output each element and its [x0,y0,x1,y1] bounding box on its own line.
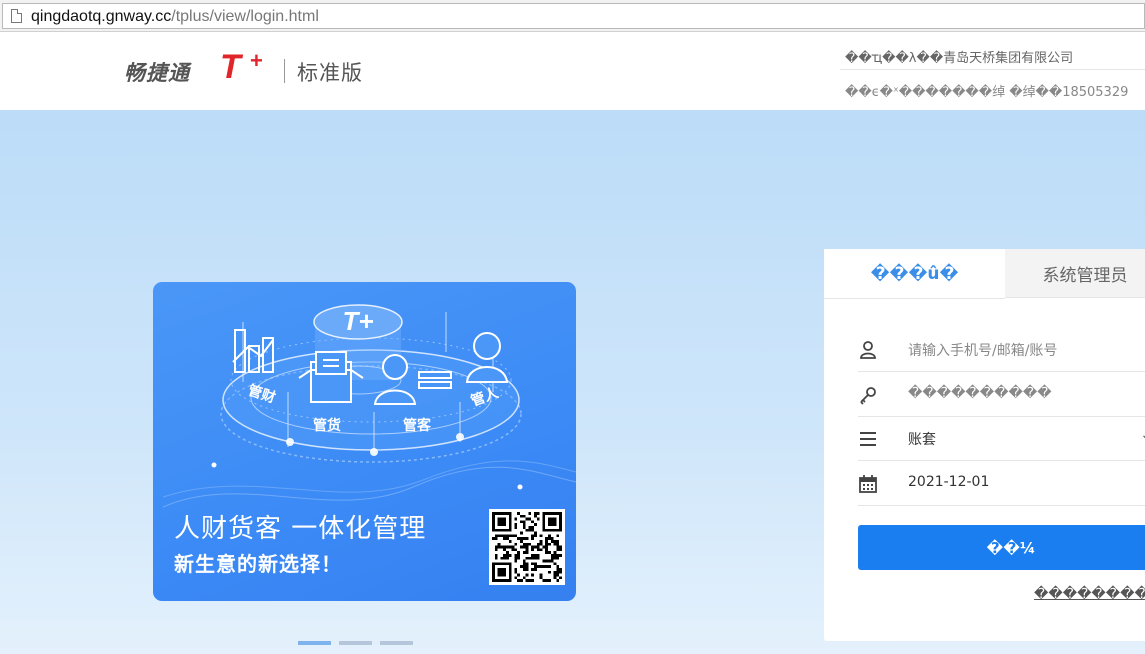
tplus-logo-text: T+ [342,306,373,336]
chevron-down-icon[interactable]: ⌄ [1140,427,1145,443]
url-host: qingdaotq.gnway.cc [31,8,172,25]
login-panel: ���û� 系统管理员 请输入手机号/邮箱/账号 ���������� 账套 2… [824,249,1145,641]
tab-user-login[interactable]: ���û� [824,249,1005,298]
header-info-divider [840,69,1145,70]
account-select[interactable]: 账套 ⌄ [858,416,1145,461]
username-field[interactable]: 请输入手机号/邮箱/账号 [858,327,1145,372]
url-input[interactable]: qingdaotq.gnway.cc/tplus/view/login.html [2,3,1145,29]
calendar-icon [859,475,877,493]
key-icon [860,387,876,405]
person-icon [465,332,509,383]
brand-name: 畅捷通 [124,61,190,85]
carousel-dot-1[interactable] [298,641,331,645]
browser-address-bar: qingdaotq.gnway.cc/tplus/view/login.html [0,0,1145,32]
url-path: /tplus/view/login.html [171,8,319,25]
forgot-password-link[interactable]: �������� [1034,586,1145,602]
tab-system-admin[interactable]: 系统管理员 [1005,249,1145,298]
main-background: T+ 管财 管货 管客 管人 人财货客 一体化管理 新生意的新选择！ ���û�… [0,110,1145,654]
login-button[interactable]: ��¼ [858,525,1145,570]
brand-divider [284,59,285,83]
carousel-dot-3[interactable] [380,641,413,645]
url-text: qingdaotq.gnway.cc/tplus/view/login.html [31,8,319,26]
page-icon [11,9,22,23]
user-icon [860,341,876,359]
username-placeholder: 请输入手机号/邮箱/账号 [908,343,1058,359]
date-field[interactable]: 2021-12-01 [858,461,1145,506]
platform-illustration: T+ 管财 管货 管客 管人 [162,304,576,508]
label-customers: 管客 [403,417,432,434]
banner-subtitle: 新生意的新选择！ [174,552,342,576]
promo-banner[interactable]: T+ 管财 管货 管客 管人 人财货客 一体化管理 新生意的新选择！ [153,282,576,601]
banner-title: 人财货客 一体化管理 [174,514,427,544]
company-info: ��ҵ��λ��青岛天桥集团有限公司 [845,51,1074,66]
date-value: 2021-12-01 [908,474,990,490]
tab-divider [824,298,1005,299]
carousel-dot-2[interactable] [339,641,372,645]
brand-edition: 标准版 [297,61,363,85]
label-goods: 管货 [313,417,341,434]
account-value: 账套 [908,432,936,448]
qr-code-image [489,509,565,585]
menu-icon [860,432,876,446]
brand-logo-t: T [220,48,241,86]
password-field[interactable]: ���������� [858,372,1145,417]
contact-info: ��ϵ�ˣ�������绰 �绰��18505329 [845,85,1129,100]
site-header: 畅捷通 T + 标准版 ��ҵ��λ��青岛天桥集团有限公司 ��ϵ�ˣ����… [0,32,1145,110]
brand-logo-plus: + [250,48,263,73]
password-placeholder: ���������� [908,385,1052,401]
